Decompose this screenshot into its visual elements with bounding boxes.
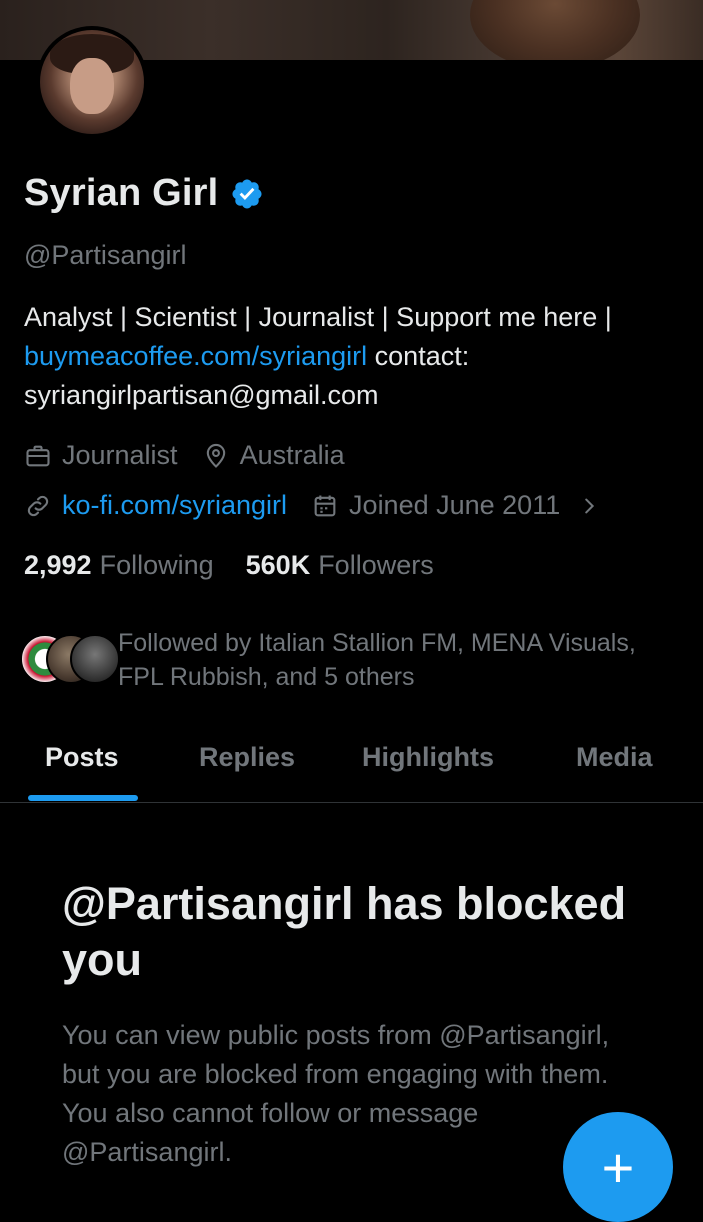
profile-meta-row-2: ko-fi.com/syriangirl Joined June 2011 — [24, 490, 634, 521]
follower-avatars — [20, 634, 120, 690]
verified-badge-icon[interactable] — [230, 177, 264, 211]
profile-tabs: Posts Replies Highlights Media — [0, 730, 703, 803]
following-label: Following — [99, 550, 214, 580]
profile-website[interactable]: ko-fi.com/syriangirl — [24, 490, 287, 521]
tab-media[interactable]: Media — [576, 742, 653, 773]
followed-by-text: Followed by Italian Stallion FM, MENA Vi… — [118, 629, 636, 691]
joined-label: Joined June 2011 — [349, 490, 561, 520]
website-link[interactable]: ko-fi.com/syriangirl — [62, 490, 287, 521]
profile-handle: @Partisangirl — [24, 240, 187, 270]
profile-location: Australia — [202, 440, 345, 471]
following-stat[interactable]: 2,992 Following — [24, 550, 214, 581]
following-count: 2,992 — [24, 550, 92, 580]
profile-stats: 2,992 Following 560K Followers — [24, 550, 466, 581]
location-pin-icon — [206, 443, 225, 468]
tab-replies[interactable]: Replies — [199, 742, 295, 773]
bio-text: Analyst | Scientist | Journalist | Suppo… — [24, 302, 612, 332]
followers-stat[interactable]: 560K Followers — [246, 550, 434, 581]
chevron-right-icon[interactable] — [578, 495, 600, 517]
avatar[interactable] — [36, 26, 148, 138]
briefcase-icon — [26, 445, 50, 466]
compose-button[interactable]: + — [563, 1112, 673, 1222]
blocked-description: You can view public posts from @Partisan… — [62, 1020, 610, 1167]
followed-by-row[interactable]: Followed by Italian Stallion FM, MENA Vi… — [20, 626, 678, 694]
follower-avatar-fpl-rubbish — [70, 634, 120, 684]
profile-name: Syrian Girl — [24, 172, 219, 214]
profile-category: Journalist — [24, 440, 178, 471]
blocked-title: @Partisangirl has blocked you — [62, 878, 627, 985]
profile-bio: Analyst | Scientist | Journalist | Suppo… — [24, 298, 664, 415]
category-label: Journalist — [62, 440, 178, 470]
profile-name-row: Syrian Girl — [24, 172, 264, 215]
tab-highlights[interactable]: Highlights — [362, 742, 494, 773]
bio-link[interactable]: buymeacoffee.com/syriangirl — [24, 341, 367, 371]
link-icon — [27, 495, 49, 516]
profile-joined[interactable]: Joined June 2011 — [311, 490, 610, 521]
active-tab-indicator — [28, 795, 138, 801]
tab-posts[interactable]: Posts — [45, 742, 119, 773]
calendar-icon — [314, 495, 336, 516]
plus-icon: + — [601, 1135, 635, 1199]
location-label: Australia — [239, 440, 345, 470]
followers-label: Followers — [318, 550, 434, 580]
profile-meta-row-1: Journalist Australia — [24, 440, 369, 471]
followers-count: 560K — [245, 550, 311, 580]
